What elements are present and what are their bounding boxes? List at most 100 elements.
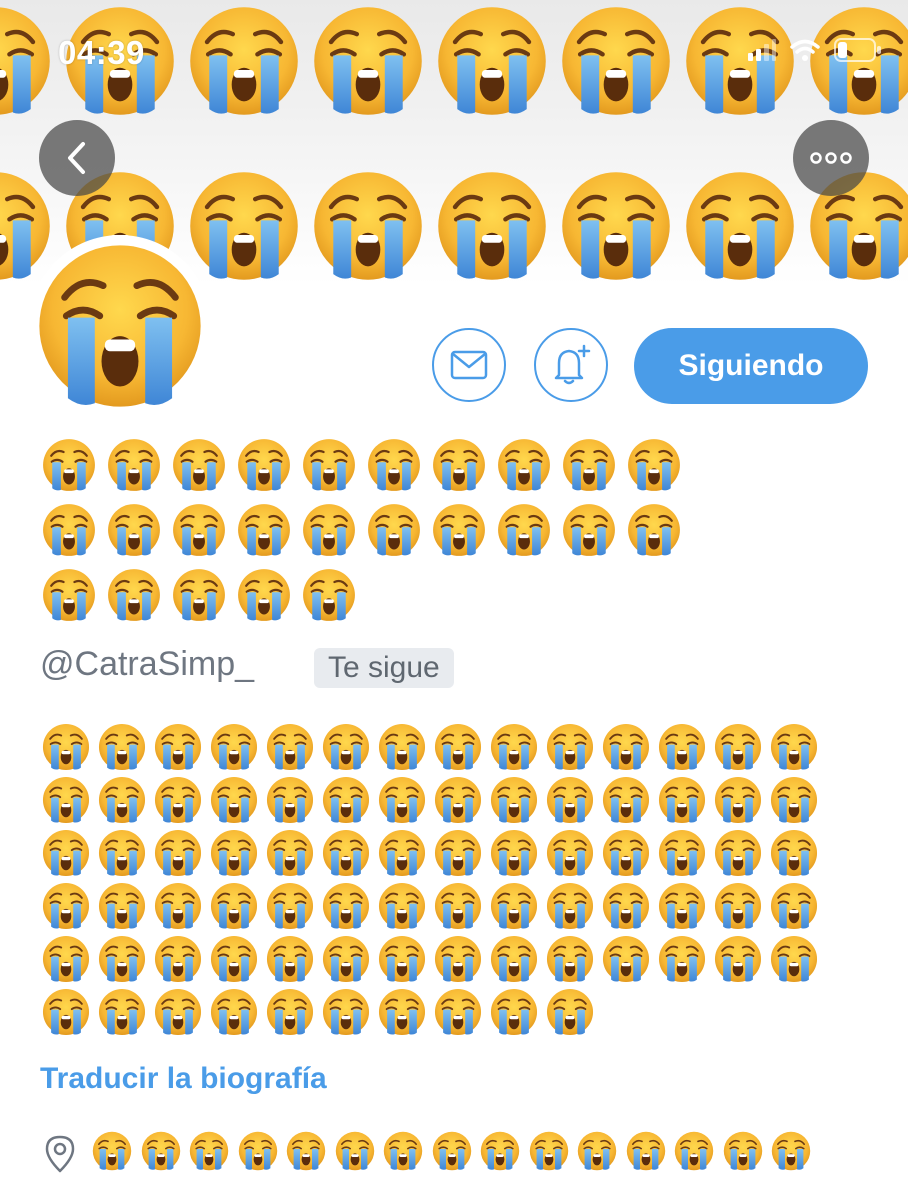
display-name-emoji <box>432 438 486 492</box>
bio-emoji <box>714 829 762 877</box>
location-emoji <box>723 1131 763 1171</box>
bio-emoji <box>378 882 426 930</box>
bio-emoji <box>546 776 594 824</box>
display-name-emoji <box>107 503 161 557</box>
bio-row <box>42 988 818 1041</box>
bio-emoji <box>210 723 258 771</box>
display-name-row <box>42 503 681 568</box>
status-icons <box>748 38 882 62</box>
display-name-emoji <box>302 438 356 492</box>
display-name-emoji <box>172 568 226 622</box>
location-emoji <box>674 1131 714 1171</box>
location-emoji <box>189 1131 229 1171</box>
bio-emoji <box>490 776 538 824</box>
following-button[interactable]: Siguiendo <box>634 328 868 404</box>
location-row <box>92 1131 811 1171</box>
notifications-button[interactable] <box>534 328 608 402</box>
display-name-emoji <box>367 503 421 557</box>
bio-emoji <box>658 723 706 771</box>
display-name-emoji <box>172 503 226 557</box>
bio-emoji <box>378 988 426 1036</box>
bio-emoji <box>602 935 650 983</box>
location-emoji <box>432 1131 472 1171</box>
bio-emoji <box>714 776 762 824</box>
display-name-emoji <box>562 438 616 492</box>
display-name-emoji <box>237 503 291 557</box>
bio-emoji <box>154 829 202 877</box>
location-emoji <box>529 1131 569 1171</box>
message-button[interactable] <box>432 328 506 402</box>
ellipsis-icon <box>810 152 852 164</box>
bio-emoji <box>546 988 594 1036</box>
display-name-emoji <box>172 438 226 492</box>
bio-emoji <box>42 776 90 824</box>
bio-emoji <box>98 988 146 1036</box>
display-name-emoji <box>497 503 551 557</box>
bio-emoji <box>434 776 482 824</box>
location-emoji <box>238 1131 278 1171</box>
bio-emoji <box>714 935 762 983</box>
bio-emoji <box>490 829 538 877</box>
bio-emoji <box>658 829 706 877</box>
display-name-emoji <box>562 503 616 557</box>
bio-emoji <box>378 723 426 771</box>
bio-emoji <box>658 776 706 824</box>
bio-emoji <box>322 829 370 877</box>
bio <box>42 723 818 1041</box>
bio-emoji <box>98 723 146 771</box>
bio-emoji <box>210 935 258 983</box>
bio-emoji <box>210 882 258 930</box>
bio-emoji <box>322 935 370 983</box>
bio-emoji <box>42 988 90 1036</box>
bio-emoji <box>490 882 538 930</box>
banner-emoji <box>436 170 548 282</box>
bio-emoji <box>322 882 370 930</box>
display-name-emoji <box>302 568 356 622</box>
bio-row <box>42 935 818 988</box>
bio-emoji <box>546 723 594 771</box>
banner-emoji <box>684 170 796 282</box>
location-emoji <box>577 1131 617 1171</box>
bio-row <box>42 829 818 882</box>
bio-emoji <box>266 829 314 877</box>
bio-emoji <box>770 723 818 771</box>
location-emoji <box>335 1131 375 1171</box>
bio-emoji <box>322 988 370 1036</box>
back-button[interactable] <box>39 120 115 196</box>
bio-emoji <box>546 935 594 983</box>
bio-emoji <box>42 935 90 983</box>
display-name-row <box>42 438 681 503</box>
location-emoji <box>141 1131 181 1171</box>
bio-emoji <box>658 935 706 983</box>
location-emoji <box>480 1131 520 1171</box>
banner-emoji <box>560 170 672 282</box>
bio-emoji <box>378 776 426 824</box>
bio-row <box>42 882 818 935</box>
bell-plus-icon <box>554 344 591 385</box>
bio-emoji <box>210 776 258 824</box>
bio-emoji <box>602 882 650 930</box>
bio-emoji <box>770 935 818 983</box>
translate-bio-link[interactable]: Traducir la biografía <box>40 1062 327 1096</box>
avatar[interactable] <box>29 235 211 417</box>
bio-emoji <box>98 829 146 877</box>
display-name-emoji <box>237 568 291 622</box>
bio-emoji <box>602 776 650 824</box>
bio-emoji <box>378 935 426 983</box>
chevron-left-icon <box>68 142 85 174</box>
bio-emoji <box>266 988 314 1036</box>
avatar-emoji <box>36 242 204 410</box>
location-emoji <box>92 1131 132 1171</box>
bio-row <box>42 776 818 829</box>
display-name <box>42 438 681 633</box>
follows-you-badge: Te sigue <box>314 648 454 688</box>
bio-emoji <box>770 776 818 824</box>
display-name-emoji <box>627 438 681 492</box>
bio-emoji <box>154 935 202 983</box>
display-name-emoji <box>42 438 96 492</box>
bio-emoji <box>322 723 370 771</box>
bio-emoji <box>490 935 538 983</box>
bio-emoji <box>42 882 90 930</box>
envelope-icon <box>450 350 488 380</box>
more-options-button[interactable] <box>793 120 869 196</box>
